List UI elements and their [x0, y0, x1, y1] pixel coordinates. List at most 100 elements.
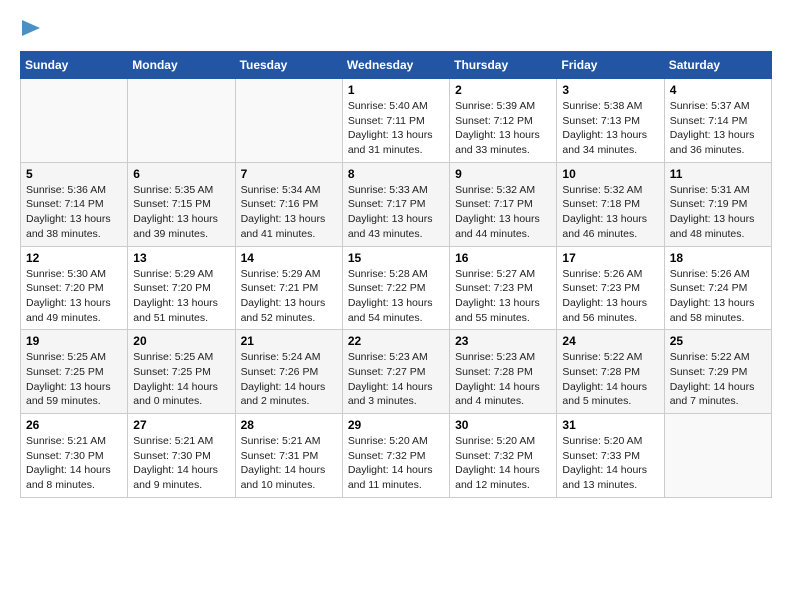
day-number: 1	[348, 83, 444, 97]
day-info: Sunrise: 5:27 AM Sunset: 7:23 PM Dayligh…	[455, 267, 551, 326]
calendar-cell: 4 Sunrise: 5:37 AM Sunset: 7:14 PM Daylig…	[664, 79, 771, 163]
day-number: 3	[562, 83, 658, 97]
day-info: Sunrise: 5:25 AM Sunset: 7:25 PM Dayligh…	[133, 350, 229, 409]
calendar-cell: 3 Sunrise: 5:38 AM Sunset: 7:13 PM Daylig…	[557, 79, 664, 163]
day-info: Sunrise: 5:37 AM Sunset: 7:14 PM Dayligh…	[670, 99, 766, 158]
day-number: 21	[241, 334, 337, 348]
calendar-cell: 2Sunrise: 5:39 AM Sunset: 7:12 PM Daylig…	[450, 79, 557, 163]
calendar-cell: 5 Sunrise: 5:36 AM Sunset: 7:14 PM Daylig…	[21, 162, 128, 246]
calendar-week-row: 5 Sunrise: 5:36 AM Sunset: 7:14 PM Daylig…	[21, 162, 772, 246]
day-number: 28	[241, 418, 337, 432]
day-info: Sunrise: 5:35 AM Sunset: 7:15 PM Dayligh…	[133, 183, 229, 242]
day-info: Sunrise: 5:26 AM Sunset: 7:23 PM Dayligh…	[562, 267, 658, 326]
day-info: Sunrise: 5:34 AM Sunset: 7:16 PM Dayligh…	[241, 183, 337, 242]
day-number: 29	[348, 418, 444, 432]
day-number: 23	[455, 334, 551, 348]
day-number: 16	[455, 251, 551, 265]
day-number: 14	[241, 251, 337, 265]
day-info: Sunrise: 5:30 AM Sunset: 7:20 PM Dayligh…	[26, 267, 122, 326]
day-number: 5	[26, 167, 122, 181]
day-info: Sunrise: 5:32 AM Sunset: 7:17 PM Dayligh…	[455, 183, 551, 242]
day-info: Sunrise: 5:23 AM Sunset: 7:28 PM Dayligh…	[455, 350, 551, 409]
day-info: Sunrise: 5:25 AM Sunset: 7:25 PM Dayligh…	[26, 350, 122, 409]
day-number: 13	[133, 251, 229, 265]
day-info: Sunrise: 5:22 AM Sunset: 7:29 PM Dayligh…	[670, 350, 766, 409]
calendar-week-row: 19Sunrise: 5:25 AM Sunset: 7:25 PM Dayli…	[21, 330, 772, 414]
calendar-cell: 18 Sunrise: 5:26 AM Sunset: 7:24 PM Dayli…	[664, 246, 771, 330]
calendar-cell: 8 Sunrise: 5:33 AM Sunset: 7:17 PM Daylig…	[342, 162, 449, 246]
day-number: 7	[241, 167, 337, 181]
day-number: 8	[348, 167, 444, 181]
weekday-header: Saturday	[664, 52, 771, 79]
calendar-cell: 23 Sunrise: 5:23 AM Sunset: 7:28 PM Dayli…	[450, 330, 557, 414]
calendar-cell: 13 Sunrise: 5:29 AM Sunset: 7:20 PM Dayli…	[128, 246, 235, 330]
calendar-cell: 1 Sunrise: 5:40 AM Sunset: 7:11 PM Daylig…	[342, 79, 449, 163]
calendar-week-row: 1 Sunrise: 5:40 AM Sunset: 7:11 PM Daylig…	[21, 79, 772, 163]
day-number: 6	[133, 167, 229, 181]
day-number: 27	[133, 418, 229, 432]
day-info: Sunrise: 5:23 AM Sunset: 7:27 PM Dayligh…	[348, 350, 444, 409]
calendar-cell	[664, 414, 771, 498]
calendar-week-row: 12 Sunrise: 5:30 AM Sunset: 7:20 PM Dayli…	[21, 246, 772, 330]
calendar-body: 1 Sunrise: 5:40 AM Sunset: 7:11 PM Daylig…	[21, 79, 772, 498]
day-info: Sunrise: 5:21 AM Sunset: 7:30 PM Dayligh…	[133, 434, 229, 493]
day-info: Sunrise: 5:21 AM Sunset: 7:30 PM Dayligh…	[26, 434, 122, 493]
day-info: Sunrise: 5:40 AM Sunset: 7:11 PM Dayligh…	[348, 99, 444, 158]
day-info: Sunrise: 5:24 AM Sunset: 7:26 PM Dayligh…	[241, 350, 337, 409]
day-number: 24	[562, 334, 658, 348]
calendar-cell: 26 Sunrise: 5:21 AM Sunset: 7:30 PM Dayli…	[21, 414, 128, 498]
calendar-cell	[128, 79, 235, 163]
weekday-header: Tuesday	[235, 52, 342, 79]
day-info: Sunrise: 5:31 AM Sunset: 7:19 PM Dayligh…	[670, 183, 766, 242]
logo-line1	[20, 20, 40, 41]
day-info: Sunrise: 5:36 AM Sunset: 7:14 PM Dayligh…	[26, 183, 122, 242]
calendar-cell: 28 Sunrise: 5:21 AM Sunset: 7:31 PM Dayli…	[235, 414, 342, 498]
day-number: 12	[26, 251, 122, 265]
day-info: Sunrise: 5:33 AM Sunset: 7:17 PM Dayligh…	[348, 183, 444, 242]
calendar-week-row: 26 Sunrise: 5:21 AM Sunset: 7:30 PM Dayli…	[21, 414, 772, 498]
day-info: Sunrise: 5:38 AM Sunset: 7:13 PM Dayligh…	[562, 99, 658, 158]
day-number: 11	[670, 167, 766, 181]
calendar-cell: 17Sunrise: 5:26 AM Sunset: 7:23 PM Dayli…	[557, 246, 664, 330]
calendar: SundayMondayTuesdayWednesdayThursdayFrid…	[20, 51, 772, 498]
calendar-cell: 10Sunrise: 5:32 AM Sunset: 7:18 PM Dayli…	[557, 162, 664, 246]
calendar-cell: 29 Sunrise: 5:20 AM Sunset: 7:32 PM Dayli…	[342, 414, 449, 498]
day-info: Sunrise: 5:20 AM Sunset: 7:32 PM Dayligh…	[455, 434, 551, 493]
calendar-cell	[235, 79, 342, 163]
page: SundayMondayTuesdayWednesdayThursdayFrid…	[0, 0, 792, 508]
calendar-cell: 31 Sunrise: 5:20 AM Sunset: 7:33 PM Dayli…	[557, 414, 664, 498]
calendar-cell: 7 Sunrise: 5:34 AM Sunset: 7:16 PM Daylig…	[235, 162, 342, 246]
calendar-cell: 30Sunrise: 5:20 AM Sunset: 7:32 PM Dayli…	[450, 414, 557, 498]
day-number: 15	[348, 251, 444, 265]
day-info: Sunrise: 5:29 AM Sunset: 7:21 PM Dayligh…	[241, 267, 337, 326]
calendar-cell: 25 Sunrise: 5:22 AM Sunset: 7:29 PM Dayli…	[664, 330, 771, 414]
calendar-cell: 21 Sunrise: 5:24 AM Sunset: 7:26 PM Dayli…	[235, 330, 342, 414]
day-info: Sunrise: 5:32 AM Sunset: 7:18 PM Dayligh…	[562, 183, 658, 242]
calendar-cell: 12 Sunrise: 5:30 AM Sunset: 7:20 PM Dayli…	[21, 246, 128, 330]
calendar-cell: 9Sunrise: 5:32 AM Sunset: 7:17 PM Daylig…	[450, 162, 557, 246]
calendar-cell: 27 Sunrise: 5:21 AM Sunset: 7:30 PM Dayli…	[128, 414, 235, 498]
day-number: 26	[26, 418, 122, 432]
calendar-cell: 14 Sunrise: 5:29 AM Sunset: 7:21 PM Dayli…	[235, 246, 342, 330]
day-info: Sunrise: 5:39 AM Sunset: 7:12 PM Dayligh…	[455, 99, 551, 158]
day-info: Sunrise: 5:21 AM Sunset: 7:31 PM Dayligh…	[241, 434, 337, 493]
weekday-header: Wednesday	[342, 52, 449, 79]
calendar-cell: 20 Sunrise: 5:25 AM Sunset: 7:25 PM Dayli…	[128, 330, 235, 414]
day-number: 22	[348, 334, 444, 348]
calendar-cell: 11 Sunrise: 5:31 AM Sunset: 7:19 PM Dayli…	[664, 162, 771, 246]
day-number: 4	[670, 83, 766, 97]
day-info: Sunrise: 5:20 AM Sunset: 7:33 PM Dayligh…	[562, 434, 658, 493]
calendar-header: SundayMondayTuesdayWednesdayThursdayFrid…	[21, 52, 772, 79]
day-number: 31	[562, 418, 658, 432]
weekday-header: Friday	[557, 52, 664, 79]
day-number: 20	[133, 334, 229, 348]
day-number: 18	[670, 251, 766, 265]
logo	[20, 20, 40, 41]
calendar-cell: 16 Sunrise: 5:27 AM Sunset: 7:23 PM Dayli…	[450, 246, 557, 330]
day-info: Sunrise: 5:20 AM Sunset: 7:32 PM Dayligh…	[348, 434, 444, 493]
day-info: Sunrise: 5:26 AM Sunset: 7:24 PM Dayligh…	[670, 267, 766, 326]
day-info: Sunrise: 5:29 AM Sunset: 7:20 PM Dayligh…	[133, 267, 229, 326]
logo-arrow-icon	[22, 20, 40, 36]
day-number: 25	[670, 334, 766, 348]
weekday-header: Thursday	[450, 52, 557, 79]
